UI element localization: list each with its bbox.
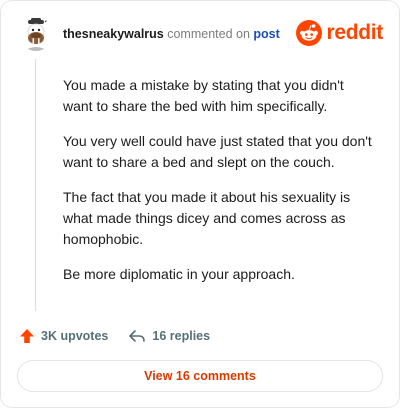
view-comments-button[interactable]: View 16 comments	[17, 360, 383, 392]
upvote-button[interactable]: 3K upvotes	[19, 328, 108, 344]
comment-paragraph: You made a mistake by stating that you d…	[63, 77, 344, 114]
commented-on-text: commented on	[167, 27, 250, 41]
comment-paragraph: The fact that you made it about his sexu…	[63, 189, 351, 247]
walrus-avatar-icon	[19, 17, 53, 51]
comment-header: thesneakywalrus commented on post reddit	[19, 17, 383, 53]
reddit-snoo-icon	[296, 20, 323, 46]
comment-actions: 3K upvotes 16 replies	[19, 326, 210, 346]
thread-line[interactable]	[35, 59, 36, 311]
reddit-wordmark: reddit	[326, 21, 383, 44]
post-link[interactable]: post	[253, 27, 279, 41]
username[interactable]: thesneakywalrus	[63, 27, 164, 41]
replies-button[interactable]: 16 replies	[128, 328, 210, 344]
comment-meta: thesneakywalrus commented on post	[63, 27, 280, 41]
view-comments-label: View 16 comments	[144, 369, 256, 383]
reply-arrow-icon	[129, 330, 146, 342]
comment-card: thesneakywalrus commented on post reddit…	[0, 0, 400, 408]
upvote-count: 3K upvotes	[41, 329, 109, 343]
comment-paragraph: Be more diplomatic in your approach.	[63, 266, 295, 282]
comment-body: You made a mistake by stating that you d…	[63, 75, 373, 299]
avatar[interactable]	[19, 17, 53, 51]
upvote-arrow-icon	[20, 329, 34, 343]
reddit-logo[interactable]: reddit	[296, 20, 383, 46]
comment-paragraph: You very well could have just stated tha…	[63, 133, 372, 170]
reply-count: 16 replies	[152, 329, 211, 343]
